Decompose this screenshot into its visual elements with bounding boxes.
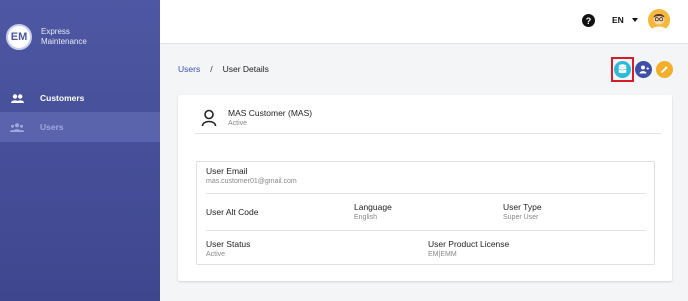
database-icon [618,61,627,79]
product-license-label: User Product License [428,239,510,249]
brand-name: Express Maintenance [41,27,101,47]
caret-down-icon [631,18,638,22]
user-status-label: User Status [206,239,251,249]
sidebar-item-label: Customers [40,93,85,103]
profile-header: MAS Customer (MAS) Active [195,106,661,134]
breadcrumb-separator: / [210,64,213,74]
group-icon [10,93,24,103]
divider [206,193,646,194]
language-label: EN [612,15,624,25]
sidebar-item-customers[interactable]: Customers [0,83,160,113]
language-field-value: English [354,214,377,221]
brand-logo: EM [6,24,32,50]
email-label: User Email [206,166,248,176]
brand-name-line1: Express [41,27,70,36]
language-field-label: Language [354,202,392,212]
user-outline-icon [201,109,217,127]
breadcrumb-users-link[interactable]: Users [178,64,200,74]
pencil-icon [660,61,669,79]
user-status-value: Active [206,251,226,258]
switch-user-button[interactable] [635,61,652,78]
sidebar: EM Express Maintenance Customers Users [0,0,160,301]
profile-status: Active [228,120,248,127]
sidebar-item-users[interactable]: Users [0,112,160,142]
users-icon [10,122,24,132]
user-switch-icon [639,61,649,79]
sidebar-item-label: Users [40,122,64,132]
help-icon[interactable]: ? [582,14,595,27]
avatar[interactable] [648,9,670,31]
edit-button[interactable] [656,61,673,78]
brand-name-line2: Maintenance [41,37,87,46]
language-select[interactable]: EN [612,15,638,25]
user-details-card: MAS Customer (MAS) Active User Email mas… [178,95,672,281]
breadcrumb: Users / User Details [178,64,269,74]
breadcrumb-current: User Details [222,64,269,74]
profile-name: MAS Customer (MAS) [228,108,313,118]
divider [206,230,646,231]
database-button[interactable] [614,61,631,78]
email-value: mas.customer01@gmail.com [206,178,297,185]
alt-code-label: User Alt Code [206,207,259,217]
top-bar: ? EN [160,0,688,44]
user-type-value: Super User [503,214,539,221]
brand[interactable]: EM Express Maintenance [6,24,101,50]
product-license-value: EM|EMM [428,251,457,258]
details-panel: User Email mas.customer01@gmail.com User… [196,161,655,265]
user-type-label: User Type [503,202,542,212]
